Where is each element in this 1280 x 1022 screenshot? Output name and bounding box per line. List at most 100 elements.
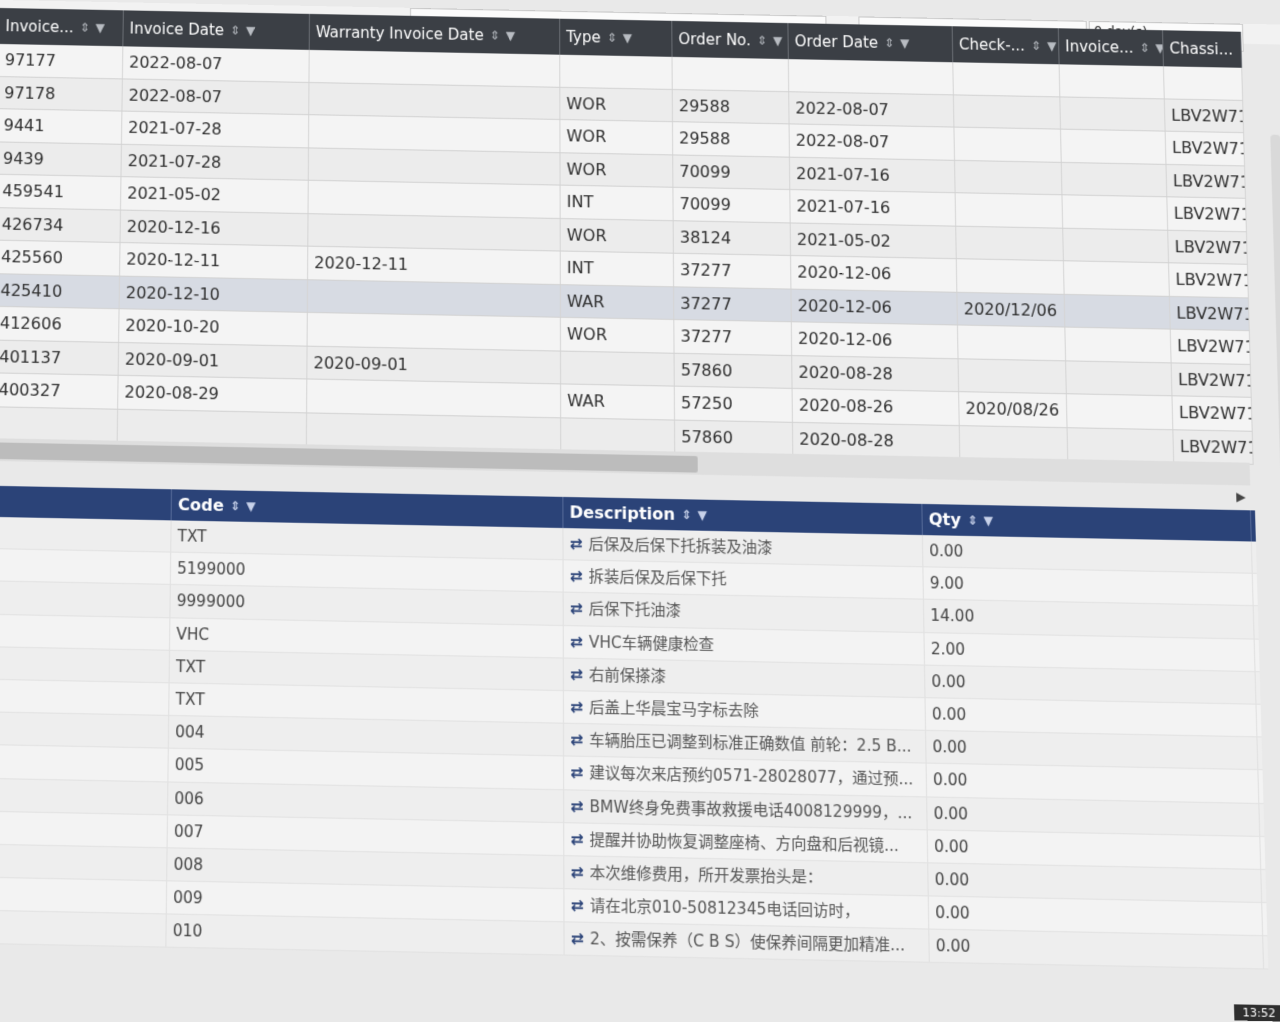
row-spacer: [0, 745, 169, 781]
table-cell: 412606: [0, 306, 120, 342]
table-cell: [307, 312, 561, 351]
table-cell: 57860: [674, 353, 793, 388]
sort-icon[interactable]: ⇕: [884, 25, 895, 61]
column-header-label: Warranty Invoice Date: [315, 23, 484, 45]
filter-icon[interactable]: ▼: [506, 18, 515, 54]
sort-icon[interactable]: ⇕: [757, 22, 767, 58]
scroll-right-icon[interactable]: ▶: [1236, 489, 1246, 504]
table-cell: 425410: [0, 273, 121, 309]
swap-icon[interactable]: ⇄: [571, 929, 584, 949]
description-text: 车辆胎压已调整到标准正确数值 前轮：2.5 B...: [589, 730, 912, 757]
row-spacer: [0, 877, 168, 914]
swap-icon[interactable]: ⇄: [570, 599, 583, 618]
table-cell: 2020-08-28: [792, 355, 960, 392]
table-cell: [0, 406, 119, 442]
table-cell: [958, 358, 1067, 394]
table-cell: 2020-12-06: [791, 289, 958, 325]
table-cell: 2020-12-11: [120, 243, 309, 279]
column-header[interactable]: Type ⇕ ▼: [560, 18, 673, 57]
filter-icon[interactable]: ▼: [95, 10, 105, 46]
description-text: 本次维修费用，所开发票抬头是：: [589, 862, 823, 887]
column-header[interactable]: Invoice... ⇕ ▼: [1058, 28, 1164, 67]
table-cell: [954, 127, 1062, 162]
swap-icon[interactable]: ⇄: [570, 567, 583, 586]
table-cell: [1066, 394, 1174, 429]
table-cell: WAR: [561, 384, 675, 420]
sort-icon[interactable]: ⇕: [681, 499, 691, 530]
table-cell: 2020/08/26: [959, 392, 1068, 427]
job-lines-body: TXT ⇄ 后保及后保下托拆装及油漆 0.00 5199000 ⇄ 拆装后保及后保下托 9.0…: [0, 516, 1269, 971]
column-header[interactable]: Order No. ⇕ ▼: [672, 20, 789, 60]
column-header-label: Invoice Date: [129, 19, 225, 40]
swap-icon[interactable]: ⇄: [570, 632, 583, 651]
filter-icon[interactable]: ▼: [900, 25, 910, 61]
table-cell: 2020/12/06: [957, 292, 1066, 327]
filter-icon[interactable]: ▼: [246, 491, 256, 522]
sort-icon[interactable]: ⇕: [230, 12, 240, 48]
row-spacer: [0, 516, 172, 552]
table-cell: [309, 82, 561, 119]
table-cell: 2020-08-28: [792, 422, 961, 459]
table-cell: WOR: [560, 218, 674, 253]
table-cell: [1063, 261, 1170, 296]
swap-icon[interactable]: ⇄: [570, 763, 583, 782]
table-cell: [309, 49, 561, 87]
table-cell: WOR: [560, 152, 674, 187]
table-cell: 70099: [673, 187, 791, 222]
vertical-scrollbar[interactable]: [1270, 134, 1280, 989]
swap-icon[interactable]: ⇄: [571, 863, 584, 882]
header-spacer: [0, 485, 172, 521]
table-cell: 97177: [0, 43, 124, 78]
swap-icon[interactable]: ⇄: [570, 697, 583, 716]
table-cell: [560, 54, 673, 89]
table-cell: [955, 160, 1063, 195]
table-cell: 2020-12-11: [308, 246, 561, 284]
sort-icon[interactable]: ⇕: [79, 10, 90, 46]
sort-icon[interactable]: ⇕: [1031, 28, 1042, 64]
row-spacer: [0, 844, 168, 881]
table-cell: 37277: [674, 286, 792, 322]
table-cell: WAR: [560, 284, 675, 319]
swap-icon[interactable]: ⇄: [570, 730, 583, 749]
table-cell: [1062, 195, 1169, 230]
sort-icon[interactable]: ⇕: [490, 17, 500, 53]
column-header-label: Chassi...: [1169, 39, 1234, 59]
filter-icon[interactable]: ▼: [1047, 28, 1057, 64]
column-header[interactable]: Warranty Invoice Date ⇕ ▼: [309, 13, 561, 55]
column-header[interactable]: Invoice Date ⇕ ▼: [123, 10, 310, 50]
qty-cell: 0.00: [928, 863, 1263, 903]
table-cell: 2022-08-07: [122, 78, 310, 115]
swap-icon[interactable]: ⇄: [570, 796, 583, 815]
column-header[interactable]: Order Date ⇕ ▼: [788, 23, 954, 63]
sort-icon[interactable]: ⇕: [607, 20, 617, 56]
filter-icon[interactable]: ▼: [698, 500, 708, 531]
table-cell: [1064, 294, 1171, 329]
filter-icon[interactable]: ▼: [623, 20, 632, 56]
column-header[interactable]: Chassi...⇕▼: [1162, 30, 1243, 68]
table-cell: 401137: [0, 340, 120, 375]
column-header[interactable]: Check-... ⇕ ▼: [952, 26, 1060, 65]
column-header[interactable]: Invoice... ⇕ ▼: [0, 7, 124, 47]
sort-icon[interactable]: ⇕: [230, 490, 241, 521]
filter-icon[interactable]: ▼: [773, 23, 783, 59]
table-cell: [956, 259, 1065, 294]
swap-icon[interactable]: ⇄: [570, 829, 583, 848]
table-cell: [308, 147, 561, 185]
filter-icon[interactable]: ▼: [246, 13, 256, 49]
table-cell: 2021-05-02: [121, 177, 309, 213]
description-cell: ⇄ 2、按需保养（C B S）使保养间隔更加精准...: [564, 922, 930, 963]
table-cell: 2022-08-07: [122, 46, 310, 82]
swap-icon[interactable]: ⇄: [570, 665, 583, 684]
qty-cell: 0.00: [925, 698, 1258, 737]
swap-icon[interactable]: ⇄: [571, 896, 584, 915]
sort-icon[interactable]: ⇕: [967, 505, 978, 536]
table-cell: LBV2W710: [1170, 329, 1251, 364]
swap-icon[interactable]: ⇄: [570, 534, 583, 553]
sort-icon[interactable]: ⇕: [1139, 30, 1150, 66]
filter-icon[interactable]: ▼: [983, 505, 993, 536]
table-cell: [307, 279, 561, 317]
table-cell: 2021-05-02: [790, 222, 957, 259]
description-text: 提醒并协助恢复调整座椅、方向盘和后视镜...: [589, 829, 900, 856]
table-cell: [1061, 129, 1167, 164]
qty-cell: 0.00: [924, 665, 1257, 704]
